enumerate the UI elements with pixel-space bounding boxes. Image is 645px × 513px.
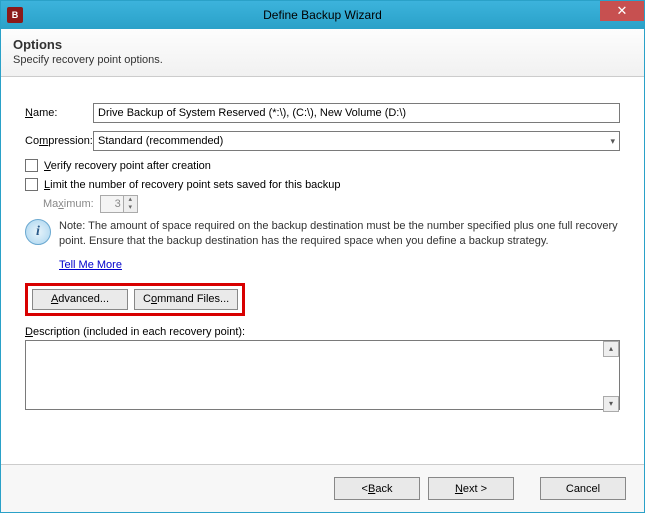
verify-checkbox[interactable] [25, 159, 38, 172]
next-button[interactable]: Next > [428, 477, 514, 500]
chevron-down-icon: ▾ [610, 136, 615, 147]
chevron-down-icon[interactable]: ▾ [123, 204, 137, 212]
advanced-button-row: Advanced... Command Files... [25, 283, 620, 316]
description-label: Description (included in each recovery p… [25, 326, 620, 338]
back-button[interactable]: < Back [334, 477, 420, 500]
name-input[interactable] [93, 103, 620, 123]
description-textarea[interactable] [25, 340, 620, 410]
limit-label: Limit the number of recovery point sets … [44, 179, 341, 191]
name-row: Name: [25, 103, 620, 123]
scroll-down-icon[interactable]: ▾ [603, 396, 619, 412]
wizard-window: B Define Backup Wizard ✕ Options Specify… [0, 0, 645, 513]
window-title: Define Backup Wizard [1, 8, 644, 22]
advanced-button[interactable]: Advanced... [32, 289, 128, 310]
titlebar: B Define Backup Wizard ✕ [1, 1, 644, 29]
page-title: Options [13, 37, 632, 52]
maximum-label: Maximum: [43, 198, 94, 210]
compression-value: Standard (recommended) [98, 135, 223, 147]
note-row: i Note: The amount of space required on … [25, 219, 620, 249]
limit-checkbox[interactable] [25, 178, 38, 191]
name-label: Name: [25, 107, 93, 119]
footer: < Back Next > Cancel [1, 464, 644, 512]
description-wrap: ▴ ▾ [25, 340, 620, 413]
scroll-up-icon[interactable]: ▴ [603, 341, 619, 357]
chevron-up-icon[interactable]: ▴ [123, 196, 137, 204]
command-files-button[interactable]: Command Files... [134, 289, 238, 310]
highlight-annotation: Advanced... Command Files... [25, 283, 245, 316]
compression-select[interactable]: Standard (recommended) ▾ [93, 131, 620, 151]
compression-label: Compression: [25, 135, 93, 147]
note-text: Note: The amount of space required on th… [59, 219, 620, 249]
info-icon: i [25, 219, 51, 245]
verify-label: Verify recovery point after creation [44, 160, 211, 172]
tell-me-more-link[interactable]: Tell Me More [59, 259, 122, 271]
content-area: Name: Compression: Standard (recommended… [1, 77, 644, 413]
maximum-spinner[interactable]: 3 ▴ ▾ [100, 195, 138, 213]
compression-row: Compression: Standard (recommended) ▾ [25, 131, 620, 151]
limit-row: Limit the number of recovery point sets … [25, 178, 620, 191]
spinner-buttons[interactable]: ▴ ▾ [123, 196, 137, 212]
cancel-button[interactable]: Cancel [540, 477, 626, 500]
page-subtitle: Specify recovery point options. [13, 54, 632, 66]
verify-row: Verify recovery point after creation [25, 159, 620, 172]
maximum-value: 3 [101, 198, 123, 210]
maximum-row: Maximum: 3 ▴ ▾ [43, 195, 620, 213]
header-strip: Options Specify recovery point options. [1, 29, 644, 77]
